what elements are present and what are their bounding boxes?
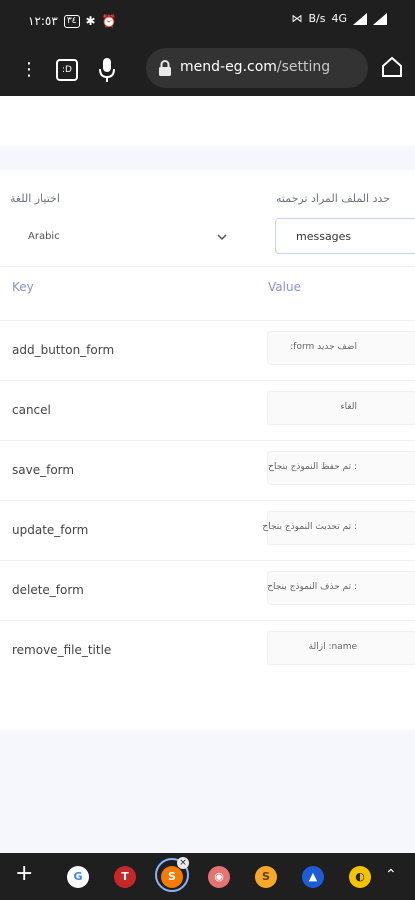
microphone-icon[interactable]: [98, 56, 116, 84]
speed-indicator: B/s: [308, 12, 326, 25]
close-tab-icon[interactable]: ×: [177, 857, 189, 869]
google-icon[interactable]: G: [67, 866, 89, 888]
file-input-field[interactable]: [296, 230, 406, 243]
page-content: اختيار اللغة حدد الملف المراد ترجمته Ara…: [0, 96, 415, 853]
alarm-icon: ⏰: [101, 14, 117, 28]
key-column-header: Key: [12, 280, 34, 294]
file-label: حدد الملف المراد ترجمته: [276, 192, 391, 205]
signal-icon: [353, 12, 367, 25]
status-bar: ١٢:٥٣ ٣٤ ✱ ⏰ ⋈ B/s 4G: [0, 0, 415, 44]
active-tab-icon[interactable]: S: [161, 866, 183, 888]
row-value: تم حذف النموذج بنجاح :: [267, 582, 357, 592]
divider: [0, 266, 415, 267]
new-tab-button[interactable]: +: [15, 863, 33, 885]
row-value: تم حفظ النموذج بنجاح :: [268, 462, 357, 472]
address-bar[interactable]: mend-eg.com/setting: [146, 48, 368, 88]
url-domain: mend-eg.com: [180, 59, 277, 75]
status-left: ١٢:٥٣ ٣٤ ✱ ⏰: [28, 14, 117, 28]
url-path: /setting: [276, 59, 331, 75]
battery-icon: ٣٤: [63, 14, 80, 28]
more-menu-icon[interactable]: ⋮: [20, 58, 38, 82]
language-select[interactable]: Arabic: [10, 221, 232, 255]
tab-blue-icon[interactable]: ▲: [302, 866, 324, 888]
language-label: اختيار اللغة: [10, 192, 60, 205]
row-value-input[interactable]: الغاء: [267, 391, 415, 425]
row-value-input[interactable]: ازالة :name: [267, 631, 415, 665]
row-key: save_form: [12, 463, 75, 477]
home-icon[interactable]: [381, 56, 403, 78]
row-value: تم تحديث النموذج بنجاح :: [262, 522, 357, 532]
row-key: cancel: [12, 403, 51, 417]
bluetooth-icon: ✱: [85, 14, 96, 28]
row-key: delete_form: [12, 583, 84, 597]
table-row: update_form تم تحديث النموذج بنجاح :: [0, 500, 415, 561]
row-key: update_form: [12, 523, 89, 537]
signal-icon-2: [373, 12, 387, 25]
table-row: add_button_form :form اضف جديد: [0, 320, 415, 381]
language-select-value: Arabic: [28, 231, 60, 242]
row-key: remove_file_title: [12, 643, 112, 657]
network-label: 4G: [331, 12, 347, 25]
row-value: :form اضف جديد: [290, 342, 357, 352]
expand-tabs-icon[interactable]: ⌃: [385, 867, 397, 883]
row-value-input[interactable]: تم حفظ النموذج بنجاح :: [267, 451, 415, 485]
lock-icon: [159, 60, 171, 76]
row-value: ازالة :name: [308, 642, 357, 652]
status-right: ⋈ B/s 4G: [291, 12, 387, 25]
browser-toolbar: ⋮ :D mend-eg.com/setting: [0, 44, 415, 96]
table-row: remove_file_title ازالة :name: [0, 620, 415, 681]
tab-switcher-button[interactable]: :D: [56, 59, 78, 81]
tab-yellow-2-icon[interactable]: ◐: [349, 866, 371, 888]
row-key: add_button_form: [12, 343, 115, 357]
table-row: save_form تم حفظ النموذج بنجاح :: [0, 440, 415, 501]
page-header-area: [0, 96, 415, 146]
tab-yellow-icon[interactable]: S: [255, 866, 277, 888]
row-value-input[interactable]: تم تحديث النموذج بنجاح :: [262, 511, 415, 545]
row-value-input[interactable]: :form اضف جديد: [267, 331, 415, 365]
row-value-input[interactable]: تم حذف النموذج بنجاح :: [267, 571, 415, 605]
tab-red-icon[interactable]: T: [114, 866, 136, 888]
notification-icon: ⋈: [291, 12, 303, 25]
value-column-header: Value: [268, 280, 301, 294]
clock: ١٢:٥٣: [28, 14, 58, 28]
tab-pink-icon[interactable]: ◉: [208, 866, 230, 888]
table-row: cancel الغاء: [0, 380, 415, 441]
table-row: delete_form تم حذف النموذج بنجاح :: [0, 560, 415, 621]
tab-strip: + G T S × ◉ S ▲ ◐ ⌃: [0, 853, 415, 900]
row-value: الغاء: [340, 402, 357, 412]
translation-card: اختيار اللغة حدد الملف المراد ترجمته Ara…: [0, 170, 415, 730]
url-text: mend-eg.com/setting: [180, 59, 330, 75]
chevron-down-icon: [217, 234, 227, 241]
file-input[interactable]: [275, 218, 415, 254]
